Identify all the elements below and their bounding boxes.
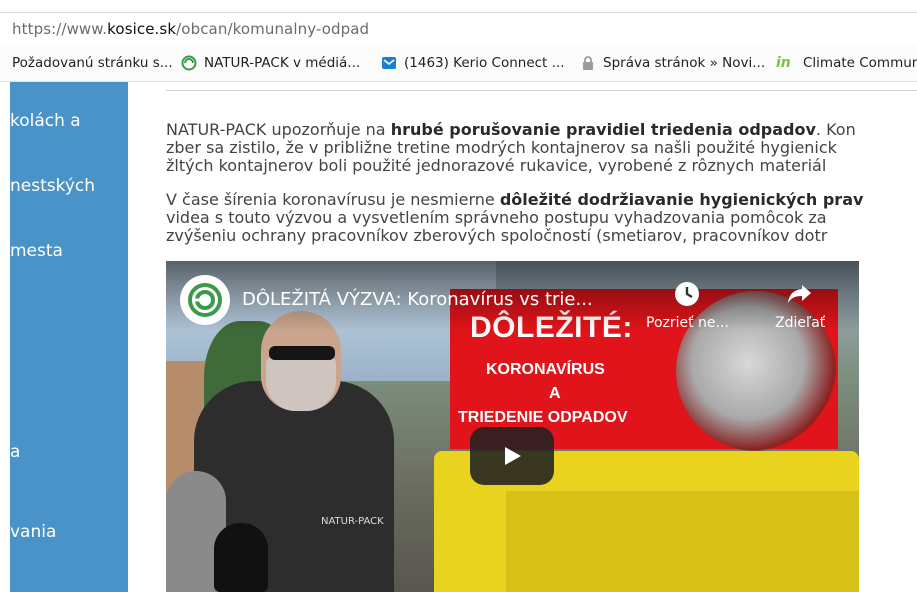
p2-line-3: zvýšeniu ochrany pracovníkov zberových s… (166, 226, 828, 245)
clock-icon (675, 282, 700, 306)
sidebar-item[interactable]: mesta (10, 241, 63, 261)
sidebar-item[interactable]: kolách a (10, 111, 81, 131)
url-domain: kosice.sk (107, 20, 177, 38)
channel-logo-icon[interactable] (180, 275, 230, 325)
p1-line-3: žltých kontajnerov boli použité jednoraz… (166, 156, 827, 175)
video-title[interactable]: DÔLEŽITÁ VÝZVA: Koronavírus vs trie... (242, 289, 593, 310)
sidebar-item-label: kolách a (10, 111, 81, 131)
bookmark-label: Požadovanú stránku s... (12, 55, 173, 71)
bookmark-label: Climate Commun (803, 55, 917, 71)
article-paragraph-2: V čase šírenia koronavírusu je nesmierne… (166, 191, 917, 245)
share-icon (788, 285, 812, 303)
video-person-mask (266, 356, 336, 411)
sidebar-item-label: a (10, 442, 21, 462)
sidebar-menu: kolách a nestských mesta a vania (10, 82, 128, 592)
banner-line-3: TRIEDENIE ODPADOV (458, 409, 628, 426)
p2-line-1: V čase šírenia koronavírusu je nesmierne… (166, 191, 864, 209)
video-person-glasses (269, 346, 335, 360)
lock-icon (583, 56, 593, 70)
browser-window: https://www.kosice.sk/obcan/komunalny-od… (0, 0, 917, 592)
youtube-video-embed[interactable]: NATUR-PACK DÔLEŽITÉ: KORONAVÍRUS A TRIED… (166, 261, 859, 592)
p1-line-1: NATUR-PACK upozorňuje na hrubé porušovan… (166, 121, 856, 139)
address-bar[interactable]: https://www.kosice.sk/obcan/komunalny-od… (0, 12, 917, 48)
bookmark-label: (1463) Kerio Connect ... (404, 55, 565, 71)
url-text[interactable]: https://www.kosice.sk/obcan/komunalny-od… (12, 20, 369, 38)
bookmark-label: NATUR-PACK v médiá... (204, 55, 361, 71)
watch-later-button[interactable]: Pozrieť ne... (646, 281, 729, 331)
mail-icon (382, 57, 396, 69)
bookmarks-bar: Požadovanú stránku s... NATUR-PACK v méd… (0, 47, 917, 82)
bookmark-item[interactable]: (1463) Kerio Connect ... (381, 55, 565, 71)
p2-line-2: videa s touto výzvou a vysvetlením správ… (166, 208, 827, 227)
microphone-icon (214, 523, 268, 592)
play-button[interactable] (470, 427, 554, 485)
sidebar-item[interactable]: vania (10, 522, 56, 542)
sidebar-item-label: vania (10, 522, 57, 542)
article-paragraph-1: NATUR-PACK upozorňuje na hrubé porušovan… (166, 121, 917, 175)
naturpack-logo-icon (188, 283, 222, 317)
video-yellow-bin-lid (506, 491, 859, 592)
share-button[interactable]: Zdieľať (775, 281, 825, 331)
sidebar-item[interactable]: nestských (10, 176, 95, 196)
bookmark-item[interactable]: in Climate Commun (776, 55, 917, 71)
share-label: Zdieľať (775, 315, 826, 331)
bookmark-item[interactable]: Správa stránok » Novi... (580, 55, 765, 71)
sidebar-item[interactable]: a (10, 442, 20, 462)
play-icon (505, 447, 521, 465)
watch-later-label: Pozrieť ne... (646, 315, 729, 331)
bookmark-item[interactable]: Požadovanú stránku s... (12, 55, 173, 71)
bookmark-item[interactable]: NATUR-PACK v médiá... (181, 55, 360, 71)
p1-line-2: zber sa zistilo, že v približne tretine … (166, 138, 837, 157)
divider (166, 90, 917, 91)
in-icon: in (776, 55, 791, 71)
url-path: /obcan/komunalny-odpad (176, 20, 370, 38)
sidebar-item-label: mesta (10, 241, 63, 261)
sidebar-item-label: nestských (10, 176, 96, 196)
url-prefix: https://www. (12, 20, 108, 38)
shirt-logo: NATUR-PACK (321, 516, 384, 527)
bookmark-label: Správa stránok » Novi... (603, 55, 766, 71)
banner-line-2: A (549, 385, 561, 402)
banner-line-1: KORONAVÍRUS (486, 361, 605, 378)
naturpack-icon (181, 55, 197, 71)
